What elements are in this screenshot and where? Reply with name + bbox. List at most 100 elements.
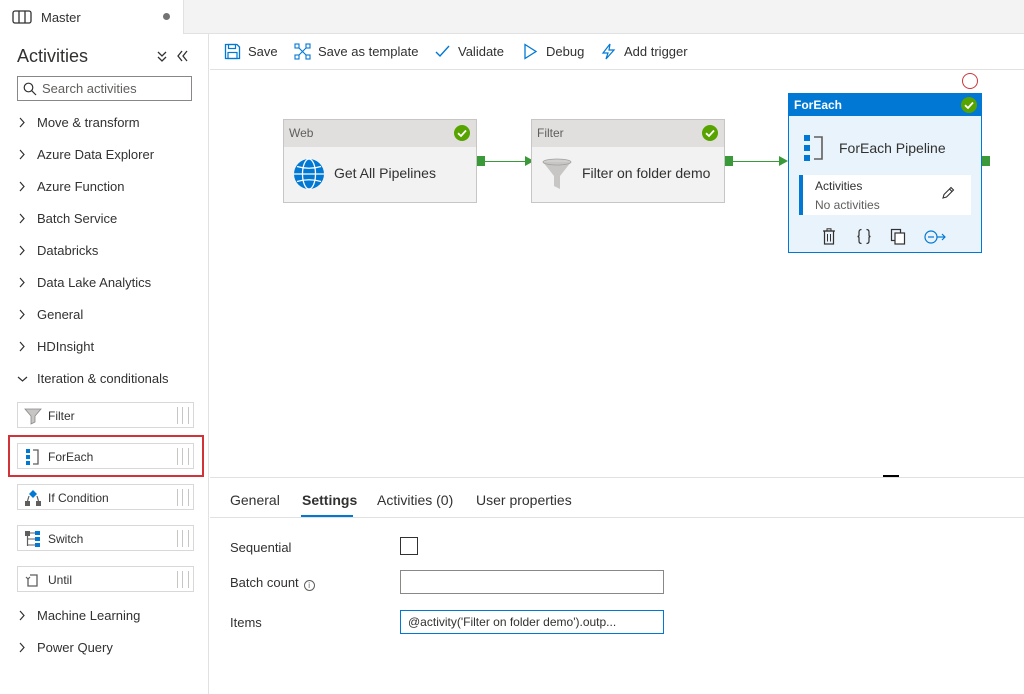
activity-label: If Condition <box>48 491 109 505</box>
add-trigger-button[interactable]: Add trigger <box>600 43 700 61</box>
activities-title: Activities <box>17 46 89 66</box>
node-filter[interactable]: Filter Filter on folder demo <box>531 119 725 203</box>
drag-handle-icon[interactable] <box>177 489 189 506</box>
template-icon <box>294 43 311 60</box>
pencil-icon[interactable] <box>941 186 955 200</box>
output-handle[interactable] <box>725 156 733 166</box>
copy-icon[interactable] <box>890 228 906 245</box>
search-box <box>17 76 192 101</box>
activity-until[interactable]: Until <box>17 566 194 592</box>
add-trigger-label: Add trigger <box>624 44 688 59</box>
tab-title: Master <box>41 10 81 25</box>
sequential-checkbox[interactable] <box>400 537 418 555</box>
output-handle[interactable] <box>982 156 990 166</box>
until-icon <box>25 574 38 587</box>
category-batch-service[interactable]: Batch Service <box>18 209 203 229</box>
category-azure-data-explorer[interactable]: Azure Data Explorer <box>18 145 203 165</box>
category-label: HDInsight <box>37 339 95 354</box>
category-label: Move & transform <box>37 115 140 130</box>
chevron-right-icon <box>19 213 25 224</box>
chevron-right-icon <box>19 610 25 621</box>
funnel-icon <box>24 408 42 425</box>
tab-user-properties[interactable]: User properties <box>476 492 572 508</box>
category-data-lake-analytics[interactable]: Data Lake Analytics <box>18 273 203 293</box>
sequential-label: Sequential <box>230 540 292 555</box>
node-title: Get All Pipelines <box>334 165 436 181</box>
chevron-right-icon <box>19 277 25 288</box>
drag-handle-icon[interactable] <box>177 530 189 547</box>
tab-activities[interactable]: Activities (0) <box>377 492 453 508</box>
category-label: Batch Service <box>37 211 118 226</box>
save-button[interactable]: Save <box>224 43 284 61</box>
connector-line <box>485 161 525 162</box>
check-circle-icon <box>961 97 977 113</box>
add-output-icon[interactable] <box>924 230 946 244</box>
debug-button[interactable]: Debug <box>522 43 592 61</box>
activities-panel: Activities Move & transform Azure Data E… <box>0 34 209 694</box>
play-icon <box>524 43 538 60</box>
switch-icon <box>25 531 40 547</box>
pipeline-canvas[interactable]: Web Get All Pipelines Filter Filter on f… <box>210 71 1024 477</box>
output-handle[interactable] <box>477 156 485 166</box>
node-web[interactable]: Web Get All Pipelines <box>283 119 477 203</box>
validate-button[interactable]: Validate <box>434 43 514 61</box>
tab-settings[interactable]: Settings <box>302 492 357 508</box>
info-icon[interactable]: i <box>303 580 315 591</box>
node-foreach[interactable]: ForEach ForEach Pipeline Activities No a… <box>788 93 982 253</box>
batch-count-input[interactable] <box>400 570 664 594</box>
node-title: Filter on folder demo <box>582 165 711 181</box>
connector-arrow-icon <box>779 156 788 166</box>
hide-panel-icon[interactable] <box>175 49 191 63</box>
delete-icon[interactable] <box>822 228 836 245</box>
chevron-right-icon <box>19 117 25 128</box>
category-databricks[interactable]: Databricks <box>18 241 203 261</box>
collapse-all-icon[interactable] <box>155 49 171 63</box>
category-label: Databricks <box>37 243 99 258</box>
chevron-right-icon <box>19 181 25 192</box>
unsaved-dot-icon <box>163 13 170 20</box>
category-label: Iteration & conditionals <box>37 371 169 386</box>
check-circle-icon <box>454 125 470 141</box>
checkmark-icon <box>435 45 450 58</box>
chevron-down-icon <box>17 376 28 382</box>
drag-handle-icon[interactable] <box>177 407 189 424</box>
category-label: Machine Learning <box>37 608 141 623</box>
check-circle-icon <box>702 125 718 141</box>
activity-label: Switch <box>48 532 84 546</box>
tab-master[interactable]: Master <box>0 0 184 34</box>
activity-filter[interactable]: Filter <box>17 402 194 428</box>
funnel-icon <box>542 158 572 189</box>
foreach-icon <box>804 135 823 161</box>
items-input[interactable] <box>400 610 664 634</box>
debug-label: Debug <box>546 44 585 59</box>
drag-handle-icon[interactable] <box>177 571 189 588</box>
save-as-template-button[interactable]: Save as template <box>294 43 424 61</box>
code-braces-icon[interactable] <box>856 228 872 245</box>
chevron-right-icon <box>19 341 25 352</box>
node-type-label: Web <box>289 126 314 140</box>
lightning-icon <box>601 43 616 60</box>
pipeline-toolbar: Save Save as template Validate Debug Add… <box>210 34 1024 70</box>
node-type-label: Filter <box>537 126 564 140</box>
category-hdinsight[interactable]: HDInsight <box>18 337 203 357</box>
activity-if-condition[interactable]: If Condition <box>17 484 194 510</box>
node-header: Web <box>284 120 476 147</box>
category-machine-learning[interactable]: Machine Learning <box>18 606 203 626</box>
category-iteration-conditionals[interactable]: Iteration & conditionals <box>17 369 203 389</box>
category-azure-function[interactable]: Azure Function <box>18 177 203 197</box>
items-label: Items <box>230 615 262 630</box>
category-power-query[interactable]: Power Query <box>18 638 203 658</box>
error-indicator-icon <box>962 73 978 89</box>
inner-activities-label: Activities <box>815 179 863 193</box>
search-input[interactable] <box>42 78 187 99</box>
inner-activities-box[interactable]: Activities No activities <box>799 175 971 215</box>
category-general[interactable]: General <box>18 305 203 325</box>
category-move-transform[interactable]: Move & transform <box>18 113 203 133</box>
activity-switch[interactable]: Switch <box>17 525 194 551</box>
connector-line <box>733 161 779 162</box>
tab-general[interactable]: General <box>230 492 280 508</box>
category-label: Azure Function <box>37 179 125 194</box>
validate-label: Validate <box>458 44 505 59</box>
batch-count-row: Batch count i <box>230 575 315 591</box>
properties-tabs: General Settings Activities (0) User pro… <box>210 478 1024 518</box>
